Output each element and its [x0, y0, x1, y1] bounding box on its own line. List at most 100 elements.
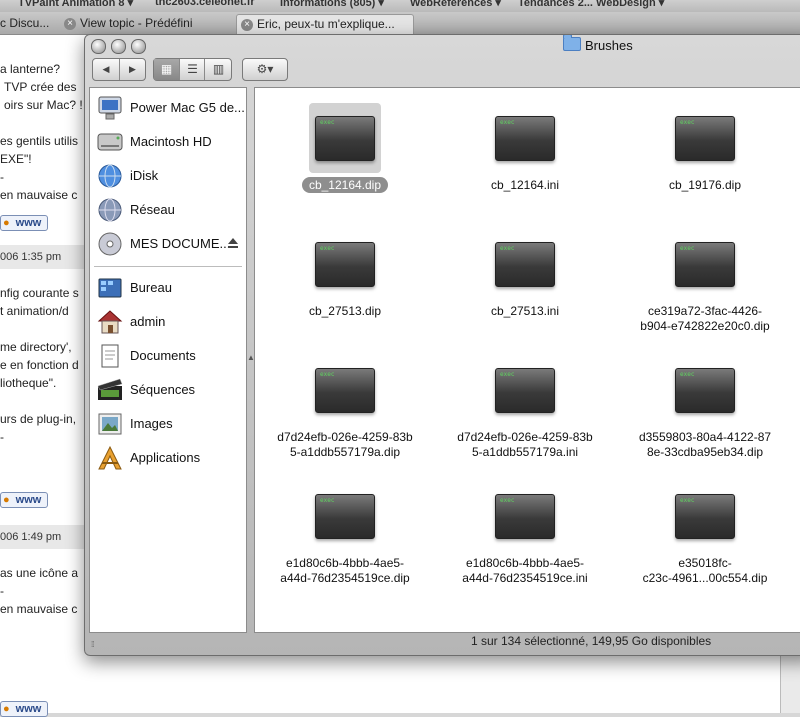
computer-icon — [98, 96, 122, 120]
page-text: oirs sur Mac? ! — [4, 98, 83, 112]
file-name: d7d24efb-026e-4259-83b — [457, 430, 593, 444]
sidebar-item-applications[interactable]: Applications — [90, 442, 246, 474]
sidebar-item-label: Power Mac G5 de... — [130, 100, 245, 115]
www-button[interactable]: ● www — [0, 492, 49, 508]
sidebar-item-macintosh-hd[interactable]: Macintosh HD — [90, 126, 246, 158]
list-view-button[interactable]: ☰ — [179, 59, 205, 80]
page-text: en mauvaise c — [0, 602, 78, 616]
globe-icon: ● — [3, 217, 10, 229]
close-window-button[interactable] — [91, 39, 106, 54]
file-item[interactable]: exec cb_27513.dip — [260, 229, 430, 319]
bookmark-item[interactable]: Tendances 2... WebDesign ▾ — [518, 0, 664, 9]
back-button[interactable]: ◀ — [93, 59, 119, 80]
documents-icon — [101, 344, 119, 368]
file-name: cb_27513.ini — [490, 304, 560, 318]
bookmark-item[interactable]: WebReferences ▾ — [410, 0, 501, 9]
finder-window: Brushes ◀ ▶ ▦ ☰ ▥ ⚙▾ Power Mac G5 de... … — [84, 34, 800, 656]
view-switcher: ▦ ☰ ▥ — [153, 58, 232, 81]
file-item[interactable]: exec cb_19176.dip — [620, 103, 790, 193]
page-text: me directory', — [0, 340, 72, 354]
file-icon-text: exec — [680, 245, 695, 252]
eject-icon[interactable] — [228, 238, 238, 248]
file-name-container: e35018fc-c23c-4961...00c554.dip — [620, 556, 790, 586]
www-button[interactable]: ● www — [0, 215, 49, 231]
minimize-window-button[interactable] — [111, 39, 126, 54]
file-icon-text: exec — [320, 497, 335, 504]
file-item[interactable]: exec e1d80c6b-4bbb-4ae5- a44d-76d2354519ce… — [260, 481, 430, 586]
browser-tab-active[interactable]: × Eric, peux-tu m'explique... — [236, 14, 414, 34]
page-text: a lanterne? — [0, 62, 61, 76]
close-icon[interactable]: × — [64, 17, 76, 30]
file-name-container: cb_12164.ini — [440, 178, 610, 193]
file-name-container: d7d24efb-026e-4259-83b 5-a1ddb557179a.ini — [440, 430, 610, 460]
executable-file-icon: exec — [495, 116, 555, 161]
column-view-button[interactable]: ▥ — [204, 59, 232, 80]
file-name: d3559803-80a4-4122-87 — [638, 430, 772, 444]
movies-icon — [97, 378, 123, 400]
file-icon-text: exec — [680, 371, 695, 378]
globe-icon: ● — [3, 494, 10, 506]
zoom-window-button[interactable] — [131, 39, 146, 54]
post-date: 006 1:49 pm — [0, 525, 84, 549]
sidebar-item-mes-documents[interactable]: MES DOCUME... — [90, 228, 246, 260]
file-item[interactable]: exec cb_12164.ini — [440, 103, 610, 193]
file-item[interactable]: exec cb_12164.dip — [260, 103, 430, 193]
icon-view-button[interactable]: ▦ — [154, 59, 179, 80]
sidebar-divider — [94, 266, 242, 267]
browser-tab[interactable]: c Discu... — [0, 14, 58, 33]
sidebar-item-reseau[interactable]: Réseau — [90, 194, 246, 226]
sidebar-item-sequences[interactable]: Séquences — [90, 374, 246, 406]
www-button[interactable]: ● www — [0, 701, 49, 717]
executable-file-icon: exec — [675, 242, 735, 287]
file-name: ce319a72-3fac-4426- — [647, 304, 763, 318]
sidebar-item-label: Réseau — [130, 202, 175, 217]
browser-tab-label: c Discu... — [0, 16, 50, 30]
file-name-container: cb_19176.dip — [620, 178, 790, 193]
sidebar-item-idisk[interactable]: iDisk — [90, 160, 246, 192]
idisk-icon — [98, 164, 122, 188]
page-text: - — [0, 170, 4, 184]
file-item[interactable]: exec cb_27513.ini — [440, 229, 610, 319]
file-name: e1d80c6b-4bbb-4ae5- — [465, 556, 585, 570]
grip-icon[interactable]: ⁞⁞ — [91, 635, 95, 655]
bookmark-item[interactable]: Informations (805) ▾ — [280, 0, 384, 9]
file-item[interactable]: exec ce319a72-3fac-4426- b904-e742822e20c0… — [620, 229, 790, 334]
executable-file-icon: exec — [495, 242, 555, 287]
file-name-container: d3559803-80a4-4122-87 8e-33cdba95eb34.dip — [620, 430, 790, 460]
browser-tab[interactable]: × View topic - Prédéfini — [60, 14, 232, 33]
page-text: e en fonction d — [0, 358, 79, 372]
file-icon-text: exec — [680, 497, 695, 504]
file-item[interactable]: exec e1d80c6b-4bbb-4ae5- a44d-76d2354519ce… — [440, 481, 610, 586]
file-name: cb_19176.dip — [668, 178, 742, 192]
browser-tab-label: Eric, peux-tu m'explique... — [257, 17, 395, 31]
executable-file-icon: exec — [315, 242, 375, 287]
file-name: 8e-33cdba95eb34.dip — [646, 445, 764, 459]
file-item[interactable]: exec e35018fc-c23c-4961...00c554.dip — [620, 481, 790, 586]
action-menu-button[interactable]: ⚙▾ — [242, 58, 288, 81]
file-icon-wrapper: exec — [669, 103, 741, 173]
file-item[interactable]: exec d7d24efb-026e-4259-83b 5-a1ddb557179a… — [440, 355, 610, 460]
file-icon-text: exec — [680, 119, 695, 126]
back-forward-control: ◀ ▶ — [92, 58, 146, 81]
bookmark-item[interactable]: thc2603.celeonet.fr — [155, 0, 255, 8]
sidebar-item-computer[interactable]: Power Mac G5 de... — [90, 92, 246, 124]
file-icon-text: exec — [500, 371, 515, 378]
bookmark-item[interactable]: TVPaint Animation 8 ▾ — [18, 0, 133, 9]
forward-button[interactable]: ▶ — [119, 59, 145, 80]
close-icon[interactable]: × — [241, 18, 253, 31]
file-item[interactable]: exec d3559803-80a4-4122-87 8e-33cdba95eb34… — [620, 355, 790, 460]
sidebar-item-label: Séquences — [130, 382, 196, 397]
sidebar-item-bureau[interactable]: Bureau — [90, 272, 246, 304]
file-name: cb_12164.ini — [490, 178, 560, 192]
executable-file-icon: exec — [315, 116, 375, 161]
sidebar-item-images[interactable]: Images — [90, 408, 246, 440]
file-item[interactable]: exec d7d24efb-026e-4259-83b 5-a1ddb557179a… — [260, 355, 430, 460]
sidebar-item-label: Bureau — [130, 280, 172, 295]
sidebar-item-documents[interactable]: Documents — [90, 340, 246, 372]
sidebar-item-admin[interactable]: admin — [90, 306, 246, 338]
sidebar-resize-handle[interactable]: ▲ — [245, 87, 255, 631]
executable-file-icon: exec — [315, 368, 375, 413]
hard-disk-icon — [97, 133, 123, 151]
file-icon-text: exec — [320, 371, 335, 378]
page-text: en mauvaise c — [0, 188, 78, 202]
